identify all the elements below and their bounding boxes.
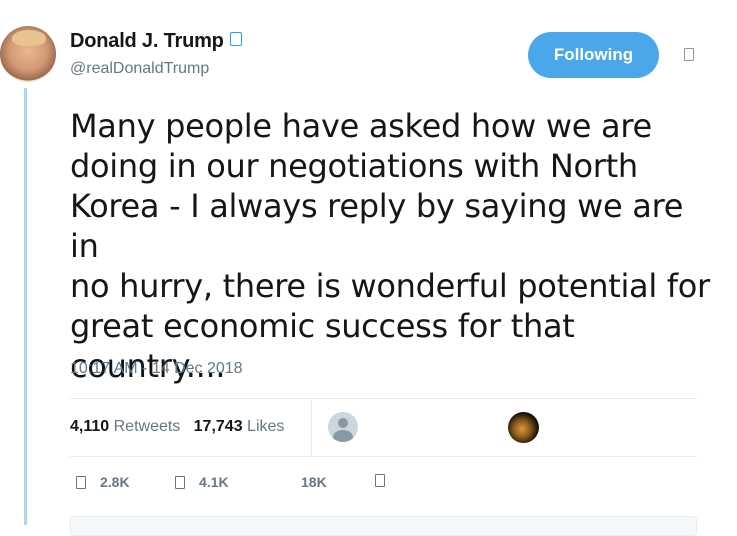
divider [70, 398, 697, 399]
tweet-line: doing in our negotiations with North [70, 147, 638, 185]
tweet-line: Korea - I always reply by saying we are … [70, 187, 684, 265]
like-button[interactable]: 18K [301, 474, 327, 490]
author-header[interactable]: Donald J. Trump [70, 30, 242, 53]
tweet-actions: 2.8K 4.1K 18K [70, 474, 470, 498]
liker-avatar[interactable] [328, 412, 358, 442]
retweets-count: 4,110 [70, 418, 110, 435]
divider [70, 456, 697, 457]
envelope-icon [375, 474, 385, 487]
retweets-label: Retweets [113, 418, 181, 435]
author-handle[interactable]: @realDonaldTrump [70, 60, 209, 78]
like-count: 18K [301, 474, 327, 490]
more-options-icon[interactable] [684, 48, 694, 61]
likes-count: 17,743 [193, 418, 243, 435]
following-button[interactable]: Following [528, 32, 659, 78]
author-avatar[interactable] [0, 26, 56, 82]
tweet-line: great economic success for that [70, 307, 575, 345]
tweet-timestamp[interactable]: 10:17 AM - 14 Dec 2018 [70, 360, 243, 378]
liker-avatar[interactable] [508, 412, 539, 443]
direct-message-button[interactable] [375, 474, 399, 487]
retweet-icon [175, 475, 185, 489]
retweets-stat[interactable]: 4,110 Retweets [70, 418, 180, 435]
tweet-line: Many people have asked how we are [70, 107, 652, 145]
reply-icon [76, 475, 86, 489]
tweet-line: no hurry, there is wonderful potential f… [70, 267, 710, 305]
likes-label: Likes [247, 418, 285, 435]
likes-stat[interactable]: 17,743 Likes [194, 418, 285, 435]
reply-box[interactable] [70, 516, 697, 536]
reply-button[interactable]: 2.8K [76, 474, 130, 490]
thread-line [24, 88, 27, 525]
display-name[interactable]: Donald J. Trump [70, 30, 224, 52]
verified-icon [229, 32, 242, 46]
reply-count: 2.8K [100, 474, 130, 490]
retweet-count: 4.1K [199, 474, 229, 490]
tweet-text: Many people have asked how we are doing … [70, 106, 710, 386]
stats-separator [311, 398, 312, 456]
tweet-stats: 4,110 Retweets 17,743 Likes [70, 418, 284, 436]
retweet-button[interactable]: 4.1K [175, 474, 229, 490]
